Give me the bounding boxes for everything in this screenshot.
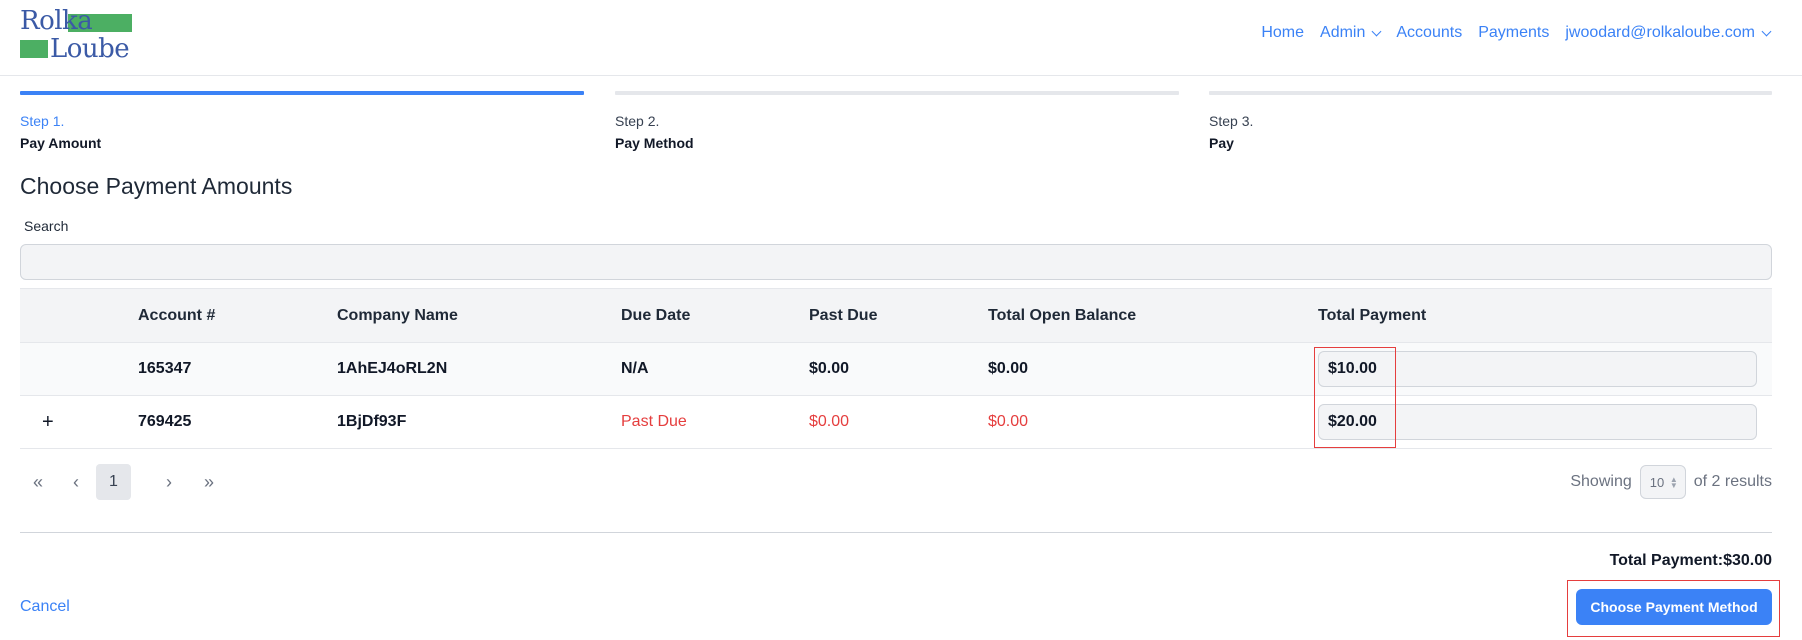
page-title: Choose Payment Amounts	[20, 173, 293, 199]
open-balance-amount: $0.00	[988, 360, 1029, 377]
table-header-row: Account # Company Name Due Date Past Due…	[20, 289, 1772, 343]
cancel-link[interactable]: Cancel	[20, 598, 70, 616]
nav-admin-menu[interactable]: Admin	[1320, 24, 1382, 42]
step-pay-method: Step 2. Pay Method	[615, 91, 1179, 151]
payment-amount-input[interactable]	[1318, 351, 1757, 387]
step-pay: Step 3. Pay	[1209, 91, 1772, 151]
page-number-button[interactable]: 1	[96, 464, 131, 500]
nav-payments-link[interactable]: Payments	[1478, 24, 1549, 42]
open-balance-amount: $0.00	[988, 413, 1029, 430]
company-name: 1AhEJ4oRL2N	[337, 360, 448, 377]
results-summary: Showing 10 ▲ ▼ of 2 results	[1570, 464, 1772, 500]
step-label: Pay	[1209, 135, 1234, 151]
nav-home-label: Home	[1261, 24, 1305, 41]
logo-green-bar-bottom	[20, 40, 48, 58]
step-pay-amount: Step 1. Pay Amount	[20, 91, 584, 151]
nav-user-label: jwoodard@rolkaloube.com	[1565, 24, 1755, 41]
chevron-down-icon	[1761, 26, 1772, 36]
column-header-total-payment[interactable]: Total Payment	[1318, 289, 1426, 342]
column-header-open-balance[interactable]: Total Open Balance	[988, 289, 1136, 342]
payment-amount-input[interactable]	[1318, 404, 1757, 440]
last-page-button[interactable]: »	[191, 464, 227, 500]
total-payment: Total Payment:$30.00	[1610, 552, 1772, 570]
pagination: « ‹ 1 › »	[20, 464, 227, 500]
chevron-down-icon	[1371, 26, 1382, 36]
past-due-amount: $0.00	[809, 413, 850, 430]
table-row: + 769425 1BjDf93F Past Due $0.00 $0.00	[20, 396, 1772, 449]
top-header: Rolka Loube Home Admin Accounts Payments…	[0, 0, 1802, 76]
step-label: Pay Method	[615, 135, 694, 151]
step-number: Step 1.	[20, 113, 65, 129]
previous-page-button[interactable]: ‹	[58, 464, 94, 500]
nav-user-menu[interactable]: jwoodard@rolkaloube.com	[1565, 24, 1772, 42]
column-header-due-date[interactable]: Due Date	[621, 289, 690, 342]
results-count-label: of 2 results	[1693, 473, 1772, 490]
company-logo[interactable]: Rolka Loube	[20, 8, 140, 64]
due-date: Past Due	[621, 413, 687, 430]
step-number: Step 3.	[1209, 113, 1254, 129]
step-label: Pay Amount	[20, 135, 102, 151]
divider	[20, 532, 1772, 533]
past-due-amount: $0.00	[809, 360, 850, 377]
logo-word-2: Loube	[50, 34, 130, 64]
main-nav: Home Admin Accounts Payments jwoodard@ro…	[1245, 24, 1772, 42]
spinner-arrows-icon: ▲ ▼	[1669, 475, 1678, 490]
accounts-table: Account # Company Name Due Date Past Due…	[20, 288, 1772, 449]
company-name: 1BjDf93F	[337, 413, 407, 430]
step-progress-bar	[1209, 91, 1772, 95]
first-page-button[interactable]: «	[20, 464, 56, 500]
next-page-button[interactable]: ›	[151, 464, 187, 500]
column-header-account[interactable]: Account #	[138, 289, 215, 342]
nav-accounts-label: Accounts	[1396, 24, 1463, 41]
nav-payments-label: Payments	[1478, 24, 1550, 41]
page-size-value: 10	[1649, 474, 1665, 490]
step-progress-bar	[615, 91, 1179, 95]
account-number: 769425	[138, 413, 192, 430]
nav-admin-label: Admin	[1320, 24, 1366, 41]
nav-home-link[interactable]: Home	[1261, 24, 1304, 42]
step-progress-bar	[20, 91, 584, 95]
column-header-company[interactable]: Company Name	[337, 289, 458, 342]
total-payment-label: Total Payment:	[1609, 552, 1724, 569]
logo-word-1: Rolka	[20, 6, 93, 36]
expand-row-button[interactable]: +	[42, 396, 54, 448]
page-size-select[interactable]: 10 ▲ ▼	[1639, 465, 1686, 499]
due-date: N/A	[621, 360, 649, 377]
step-number: Step 2.	[615, 113, 660, 129]
choose-payment-method-button[interactable]: Choose Payment Method	[1576, 589, 1772, 625]
search-input[interactable]	[20, 244, 1772, 280]
column-header-past-due[interactable]: Past Due	[809, 289, 877, 342]
search-label: Search	[24, 218, 69, 234]
nav-accounts-link[interactable]: Accounts	[1396, 24, 1462, 42]
total-payment-value: $30.00	[1723, 552, 1772, 569]
showing-label: Showing	[1570, 473, 1632, 490]
table-row: 165347 1AhEJ4oRL2N N/A $0.00 $0.00	[20, 343, 1772, 396]
account-number: 165347	[138, 360, 192, 377]
